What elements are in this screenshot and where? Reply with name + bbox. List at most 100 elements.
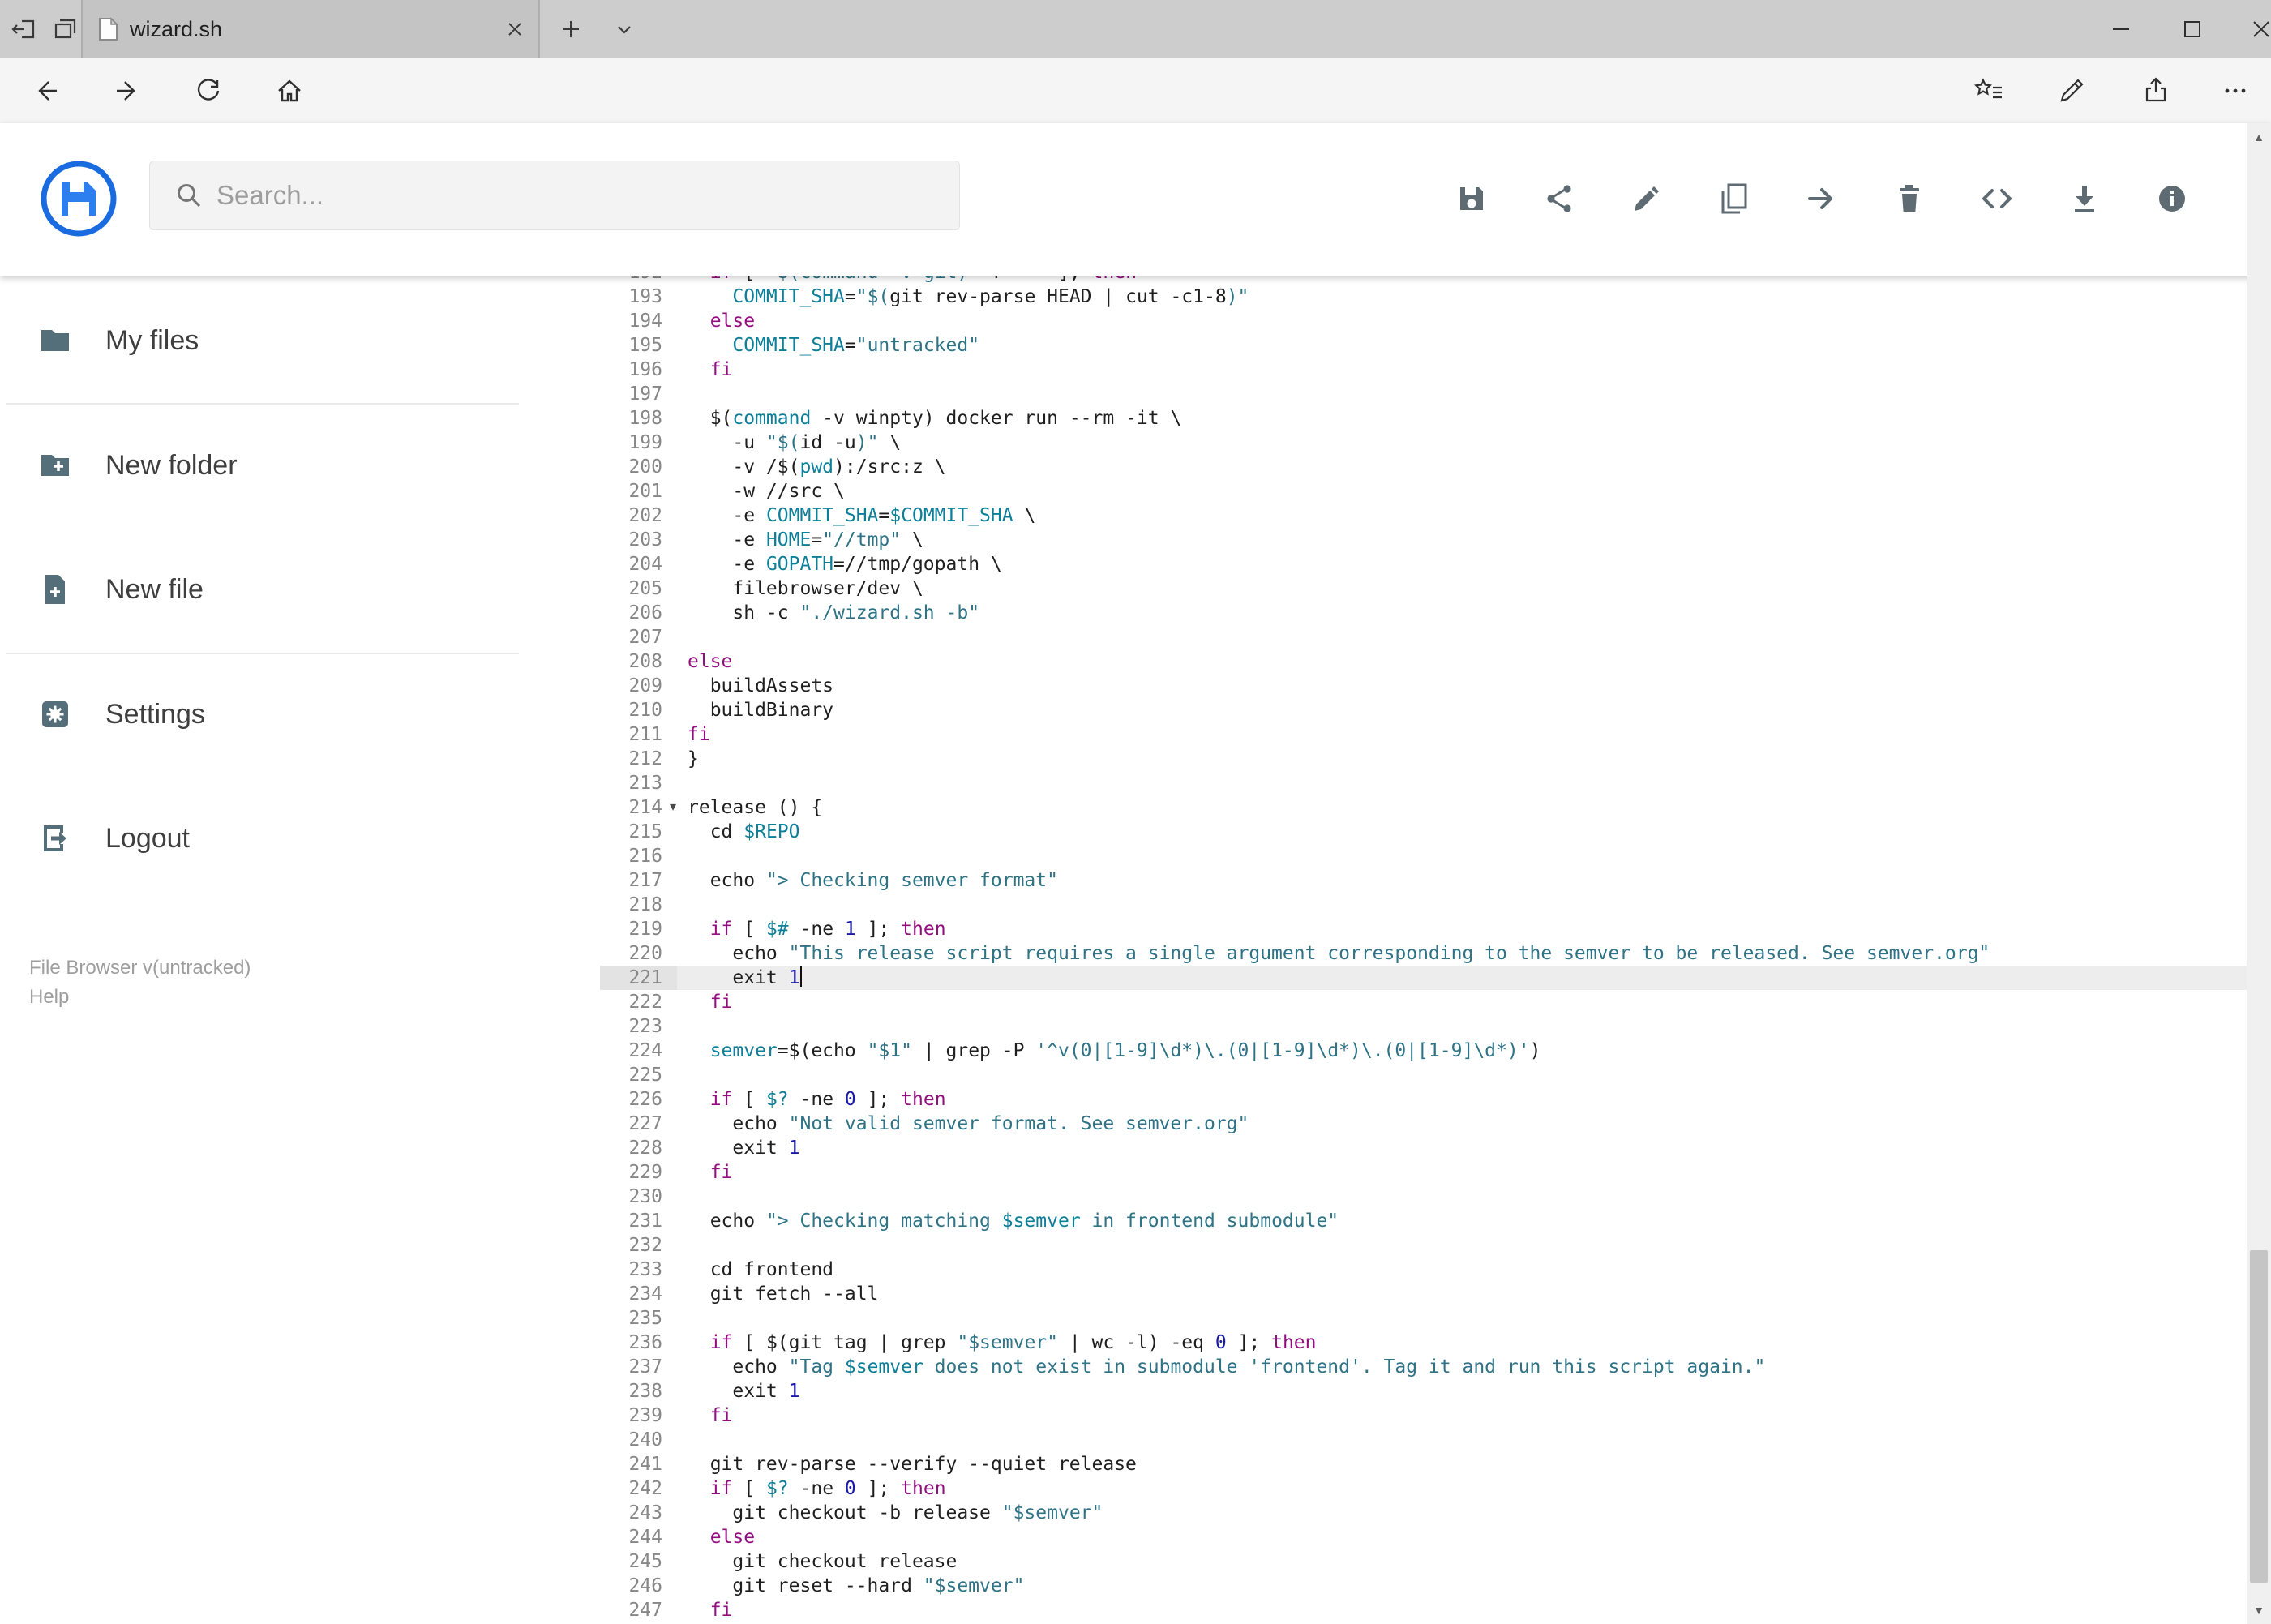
code-line[interactable]: 246 git reset --hard "$semver" bbox=[600, 1574, 2247, 1598]
code-line[interactable]: 202 -e COMMIT_SHA=$COMMIT_SHA \ bbox=[600, 503, 2247, 528]
code-line[interactable]: 205 filebrowser/dev \ bbox=[600, 576, 2247, 601]
code-editor[interactable]: 192 if [ "$(command -v git)" != "" ]; th… bbox=[600, 276, 2247, 1624]
code-line[interactable]: 234 git fetch --all bbox=[600, 1282, 2247, 1306]
code-line[interactable]: 211 fi bbox=[600, 722, 2247, 747]
download-button[interactable] bbox=[2067, 181, 2102, 216]
code-line[interactable]: 224 semver=$(echo "$1" | grep -P '^v(0|[… bbox=[600, 1039, 2247, 1063]
page-scrollbar[interactable]: ▲ ▼ bbox=[2247, 123, 2271, 1624]
search-box[interactable] bbox=[149, 161, 960, 230]
set-tabs-aside-icon[interactable] bbox=[3, 0, 45, 58]
code-line[interactable]: 203 -e HOME="//tmp" \ bbox=[600, 528, 2247, 552]
sidebar-item-new-file[interactable]: New file bbox=[37, 565, 204, 614]
forward-button[interactable] bbox=[91, 58, 164, 123]
code-line[interactable]: 238 exit 1 bbox=[600, 1379, 2247, 1403]
rename-button[interactable] bbox=[1629, 181, 1665, 216]
code-line[interactable]: 220 echo "This release script requires a… bbox=[600, 941, 2247, 966]
tab-preview-chevron-icon[interactable] bbox=[603, 0, 645, 58]
refresh-button[interactable] bbox=[172, 58, 245, 123]
line-number: 223 bbox=[628, 1016, 662, 1037]
new-tab-button[interactable] bbox=[550, 0, 592, 58]
delete-button[interactable] bbox=[1892, 181, 1927, 216]
sidebar-item-settings[interactable]: Settings bbox=[37, 690, 205, 739]
code-line[interactable]: 231 echo "> Checking matching $semver in… bbox=[600, 1209, 2247, 1233]
code-line[interactable]: 212} bbox=[600, 747, 2247, 771]
code-line[interactable]: 209 buildAssets bbox=[600, 674, 2247, 698]
code-line[interactable]: 223 bbox=[600, 1014, 2247, 1039]
code-line[interactable]: 230 bbox=[600, 1185, 2247, 1209]
back-button[interactable] bbox=[10, 58, 83, 123]
save-button[interactable] bbox=[1454, 181, 1489, 216]
sidebar-item-new-folder[interactable]: New folder bbox=[37, 441, 238, 490]
sidebar-item-my-files[interactable]: My files bbox=[37, 316, 199, 365]
code-line[interactable]: 213 bbox=[600, 771, 2247, 795]
fold-arrow-icon[interactable]: ▾ bbox=[670, 795, 676, 820]
favorites-hub-icon[interactable] bbox=[1952, 58, 2025, 123]
code-line[interactable]: 200 -v /$(pwd):/src:z \ bbox=[600, 455, 2247, 479]
code-line[interactable]: 194 else bbox=[600, 309, 2247, 333]
scroll-down-icon[interactable]: ▼ bbox=[2247, 1596, 2271, 1624]
move-button[interactable] bbox=[1804, 181, 1840, 216]
code-line[interactable]: 193 COMMIT_SHA="$(git rev-parse HEAD | c… bbox=[600, 285, 2247, 309]
code-line[interactable]: 227 echo "Not valid semver format. See s… bbox=[600, 1112, 2247, 1136]
code-line[interactable]: 247 fi bbox=[600, 1598, 2247, 1622]
search-input[interactable] bbox=[216, 180, 959, 211]
code-line[interactable]: 241 git rev-parse --verify --quiet relea… bbox=[600, 1452, 2247, 1476]
copy-button[interactable] bbox=[1716, 181, 1752, 216]
window-close-button[interactable] bbox=[2226, 0, 2271, 58]
code-line[interactable]: 204 -e GOPATH=//tmp/gopath \ bbox=[600, 552, 2247, 576]
code-line[interactable]: 242 if [ $? -ne 0 ]; then bbox=[600, 1476, 2247, 1501]
code-line[interactable]: 197 bbox=[600, 382, 2247, 406]
code-line[interactable]: 226 if [ $? -ne 0 ]; then bbox=[600, 1087, 2247, 1112]
code-line[interactable]: 233 cd frontend bbox=[600, 1258, 2247, 1282]
raw-code-button[interactable] bbox=[1979, 181, 2015, 216]
code-line[interactable]: 196 fi bbox=[600, 358, 2247, 382]
code-line[interactable]: 210 buildBinary bbox=[600, 698, 2247, 722]
code-line[interactable]: 221 exit 1 bbox=[600, 966, 2247, 990]
code-line[interactable]: 243 git checkout -b release "$semver" bbox=[600, 1501, 2247, 1525]
code-line[interactable]: 245 git checkout release bbox=[600, 1549, 2247, 1574]
code-line[interactable]: 228 exit 1 bbox=[600, 1136, 2247, 1160]
code-line[interactable]: 214 ▾ release () { bbox=[600, 795, 2247, 820]
window-maximize-button[interactable] bbox=[2157, 0, 2228, 58]
code-line[interactable]: 198 $(command -v winpty) docker run --rm… bbox=[600, 406, 2247, 431]
code-line[interactable]: 244 else bbox=[600, 1525, 2247, 1549]
info-button[interactable] bbox=[2154, 181, 2190, 216]
code-line[interactable]: 236 if [ $(git tag | grep "$semver" | wc… bbox=[600, 1330, 2247, 1355]
code-line[interactable]: 207 bbox=[600, 625, 2247, 649]
browser-tab[interactable]: wizard.sh bbox=[81, 0, 540, 58]
home-button[interactable] bbox=[253, 58, 326, 123]
sidebar-item-logout[interactable]: Logout bbox=[37, 814, 190, 863]
more-menu-icon[interactable] bbox=[2199, 58, 2271, 123]
line-number: 222 bbox=[628, 992, 662, 1013]
code-line[interactable]: 218 bbox=[600, 893, 2247, 917]
filebrowser-logo[interactable] bbox=[40, 160, 118, 238]
scrollbar-thumb[interactable] bbox=[2250, 1250, 2268, 1583]
tab-close-icon[interactable] bbox=[504, 19, 525, 40]
code-line[interactable]: 206 sh -c "./wizard.sh -b" bbox=[600, 601, 2247, 625]
code-line[interactable]: 215 cd $REPO bbox=[600, 820, 2247, 844]
code-line[interactable]: 201 -w //src \ bbox=[600, 479, 2247, 503]
code-line[interactable]: 232 bbox=[600, 1233, 2247, 1258]
code-line[interactable]: 237 echo "Tag $semver does not exist in … bbox=[600, 1355, 2247, 1379]
code-line[interactable]: 229 fi bbox=[600, 1160, 2247, 1185]
help-link[interactable]: Help bbox=[29, 986, 69, 1009]
code-line[interactable]: 216 bbox=[600, 844, 2247, 868]
code-line[interactable]: 239 fi bbox=[600, 1403, 2247, 1428]
code-line[interactable]: 192 if [ "$(command -v git)" != "" ]; th… bbox=[600, 276, 2247, 285]
code-line[interactable]: 235 bbox=[600, 1306, 2247, 1330]
share-icon[interactable] bbox=[2119, 58, 2192, 123]
code-line[interactable]: 208 else bbox=[600, 649, 2247, 674]
scroll-up-icon[interactable]: ▲ bbox=[2247, 123, 2271, 151]
code-line[interactable]: 217 echo "> Checking semver format" bbox=[600, 868, 2247, 893]
annotate-pen-icon[interactable] bbox=[2035, 58, 2108, 123]
code-line[interactable]: 219 if [ $# -ne 1 ]; then bbox=[600, 917, 2247, 941]
code-line[interactable]: 240 bbox=[600, 1428, 2247, 1452]
window-minimize-button[interactable] bbox=[2085, 0, 2157, 58]
line-number: 199 bbox=[628, 432, 662, 453]
code-line[interactable]: 199 -u "$(id -u)" \ bbox=[600, 431, 2247, 455]
code-line[interactable]: 225 bbox=[600, 1063, 2247, 1087]
share-button[interactable] bbox=[1541, 181, 1577, 216]
code-line[interactable]: 195 COMMIT_SHA="untracked" bbox=[600, 333, 2247, 358]
code-line[interactable]: 222 fi bbox=[600, 990, 2247, 1014]
